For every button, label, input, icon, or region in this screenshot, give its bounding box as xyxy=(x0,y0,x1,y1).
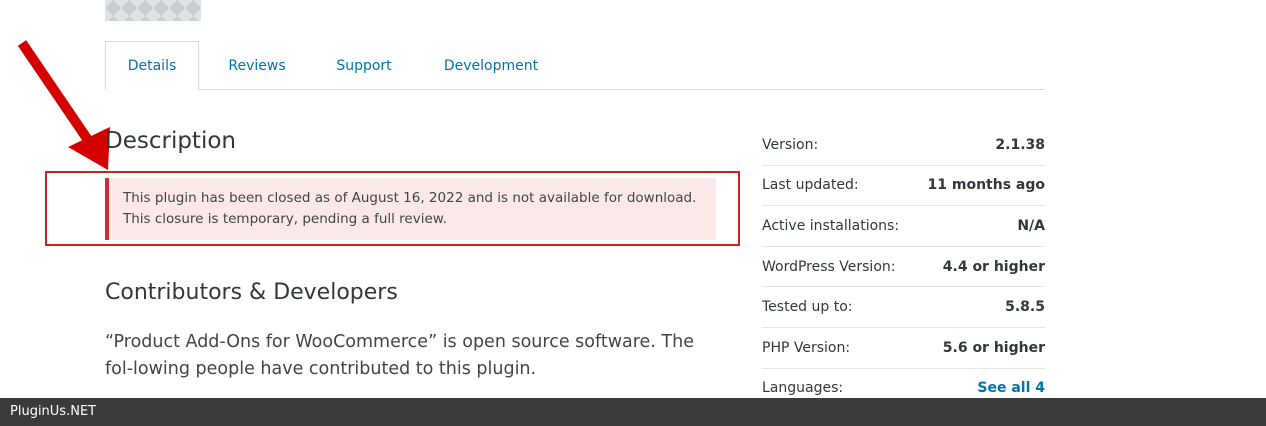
meta-row-last-updated: Last updated: 11 months ago xyxy=(762,166,1045,207)
meta-row-version: Version: 2.1.38 xyxy=(762,125,1045,166)
meta-value: N/A xyxy=(1017,217,1045,234)
meta-row-php-version: PHP Version: 5.6 or higher xyxy=(762,328,1045,369)
meta-value: 4.4 or higher xyxy=(942,258,1045,275)
plugin-banner-image xyxy=(105,0,201,21)
tab-reviews[interactable]: Reviews xyxy=(228,41,285,90)
meta-row-wordpress-version: WordPress Version: 4.4 or higher xyxy=(762,247,1045,288)
footer-watermark-bar: PluginUs.NET xyxy=(0,398,1266,426)
meta-label: WordPress Version: xyxy=(762,258,896,275)
meta-row-tested-up-to: Tested up to: 5.8.5 xyxy=(762,287,1045,328)
plugin-meta-list: Version: 2.1.38 Last updated: 11 months … xyxy=(762,125,1045,410)
meta-value: 5.8.5 xyxy=(1005,299,1045,316)
plugin-tabs: Details Reviews Support Development xyxy=(105,41,1045,91)
annotation-arrow-icon xyxy=(17,40,110,170)
tab-support[interactable]: Support xyxy=(336,41,392,90)
meta-label: Active installations: xyxy=(762,217,900,234)
footer-brand: PluginUs.NET xyxy=(10,404,97,419)
meta-label: PHP Version: xyxy=(762,339,851,356)
tab-development[interactable]: Development xyxy=(444,41,538,90)
notice-line-2: This closure is temporary, pending a ful… xyxy=(123,211,447,227)
plugin-closed-notice: This plugin has been closed as of August… xyxy=(105,178,716,240)
contributors-heading: Contributors & Developers xyxy=(105,280,398,305)
meta-label: Version: xyxy=(762,136,819,153)
meta-label: Tested up to: xyxy=(762,299,853,316)
meta-label: Last updated: xyxy=(762,177,859,194)
see-all-languages-link[interactable]: See all 4 xyxy=(977,380,1045,396)
contributors-text: “Product Add-Ons for WooCommerce” is ope… xyxy=(105,332,694,379)
notice-line-1: This plugin has been closed as of August… xyxy=(123,190,697,206)
meta-row-active-installations: Active installations: N/A xyxy=(762,206,1045,247)
meta-value: 2.1.38 xyxy=(995,136,1045,153)
description-heading: Description xyxy=(105,128,236,154)
meta-value: 11 months ago xyxy=(927,177,1045,194)
meta-label: Languages: xyxy=(762,380,844,397)
meta-value: 5.6 or higher xyxy=(942,339,1045,356)
